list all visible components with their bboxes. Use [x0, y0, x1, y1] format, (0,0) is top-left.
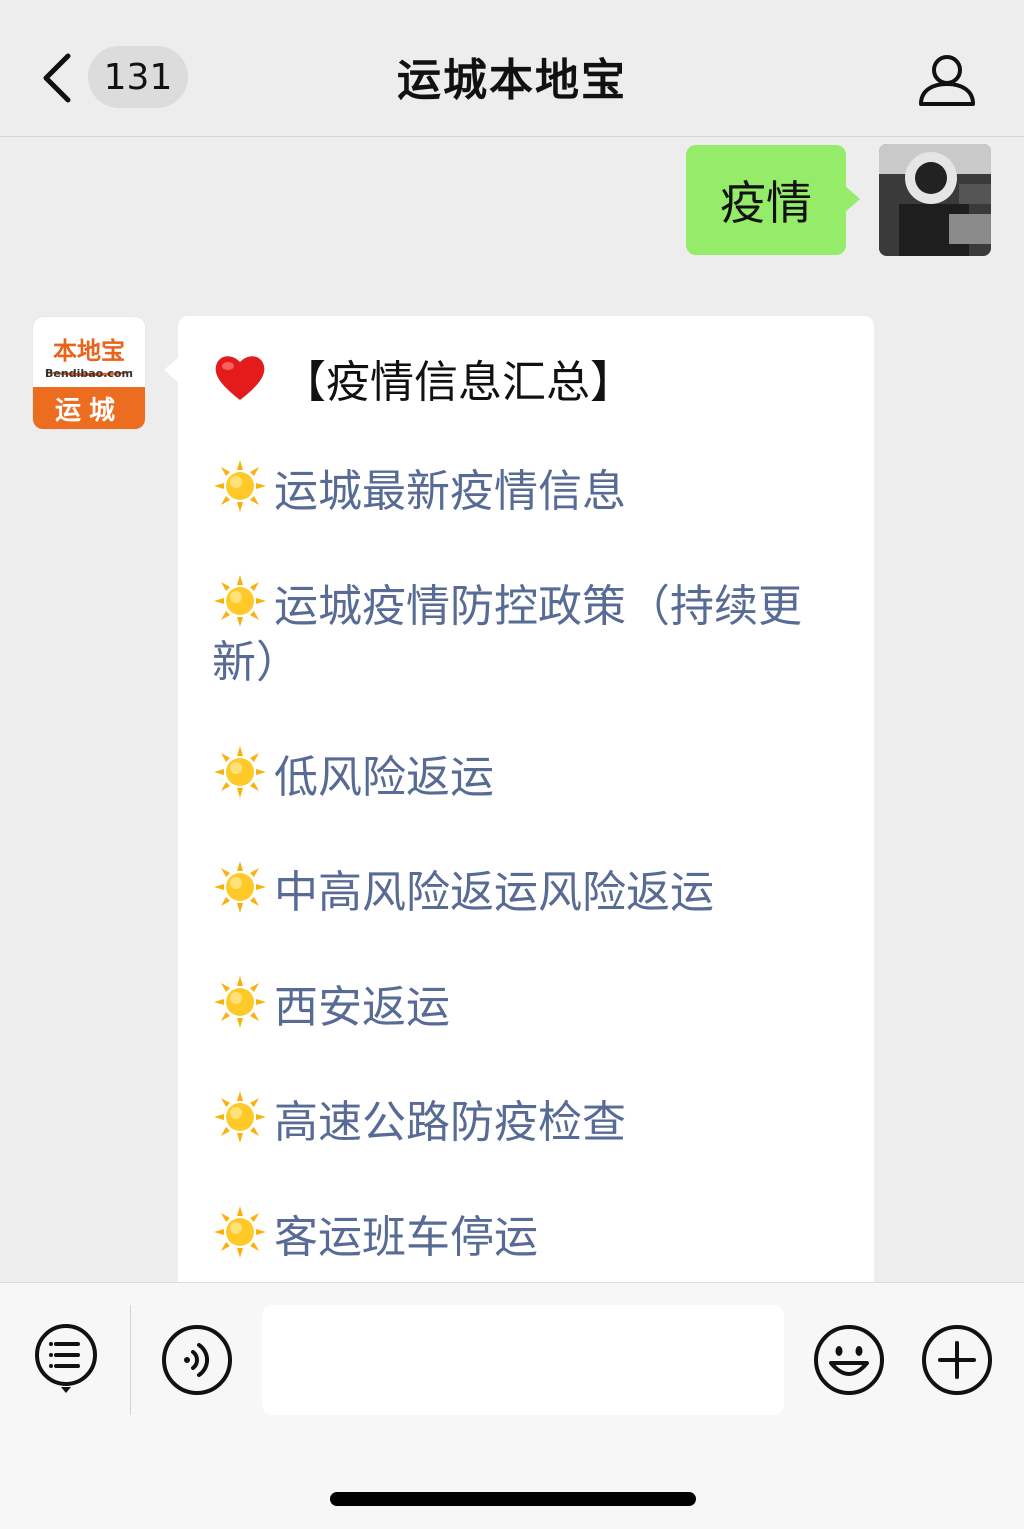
- link-item-text[interactable]: 高速公路防疫检查: [274, 1097, 626, 1148]
- link-item-text[interactable]: 西安返运: [274, 982, 450, 1033]
- chat-title: 运城本地宝: [397, 55, 627, 106]
- avatar-city-text: 运城: [33, 387, 145, 429]
- heart-icon: [215, 356, 265, 400]
- input-bar-divider: [130, 1305, 131, 1415]
- link-item[interactable]: 运城最新疫情信息: [212, 458, 852, 520]
- list-menu-icon[interactable]: [33, 1323, 99, 1395]
- voice-icon[interactable]: [160, 1323, 234, 1397]
- user-avatar[interactable]: [879, 144, 991, 256]
- link-item-text[interactable]: 中高风险返运风险返运: [274, 867, 714, 918]
- person-icon[interactable]: [916, 50, 978, 108]
- avatar-domain-text: Bendibao.com: [45, 367, 133, 380]
- message-input[interactable]: [262, 1305, 784, 1415]
- heading-text: 【疫情信息汇总】: [282, 357, 634, 408]
- sun-icon: [214, 1091, 266, 1143]
- sent-message-bubble[interactable]: 疫情: [686, 145, 860, 255]
- link-item[interactable]: 客运班车停运: [212, 1204, 852, 1266]
- sun-icon: [214, 746, 266, 798]
- link-item-text[interactable]: 运城疫情防控政策（持续更新）: [212, 581, 802, 688]
- sun-icon: [214, 1206, 266, 1258]
- chat-header: 131 运城本地宝: [0, 0, 1024, 137]
- link-item-text[interactable]: 低风险返运: [274, 752, 494, 803]
- link-item[interactable]: 高速公路防疫检查: [212, 1089, 852, 1151]
- home-indicator[interactable]: [330, 1492, 696, 1506]
- link-item[interactable]: 中高风险返运风险返运: [212, 859, 852, 921]
- sun-icon: [214, 575, 266, 627]
- official-account-avatar[interactable]: 本地宝 Bendibao.com 运城: [33, 317, 145, 429]
- link-item-text[interactable]: 客运班车停运: [274, 1212, 538, 1263]
- smiley-icon[interactable]: [812, 1323, 886, 1397]
- sun-icon: [214, 460, 266, 512]
- link-item-text[interactable]: 运城最新疫情信息: [274, 466, 626, 517]
- link-item[interactable]: 低风险返运: [212, 744, 852, 806]
- plus-icon[interactable]: [920, 1323, 994, 1397]
- message-heading: 【疫情信息汇总】: [212, 346, 634, 410]
- sent-message-text: 疫情: [720, 176, 812, 230]
- link-item[interactable]: 运城疫情防控政策（持续更新）: [212, 573, 852, 691]
- avatar-brand-text: 本地宝: [53, 336, 125, 365]
- received-message-bubble: 【疫情信息汇总】 运城最新疫情信息 运城疫情防控政策（持续更新） 低风险返运 中…: [164, 316, 874, 1316]
- link-item[interactable]: 西安返运: [212, 974, 852, 1036]
- user-avatar-photo: [879, 144, 991, 256]
- sun-icon: [214, 976, 266, 1028]
- sun-icon: [214, 861, 266, 913]
